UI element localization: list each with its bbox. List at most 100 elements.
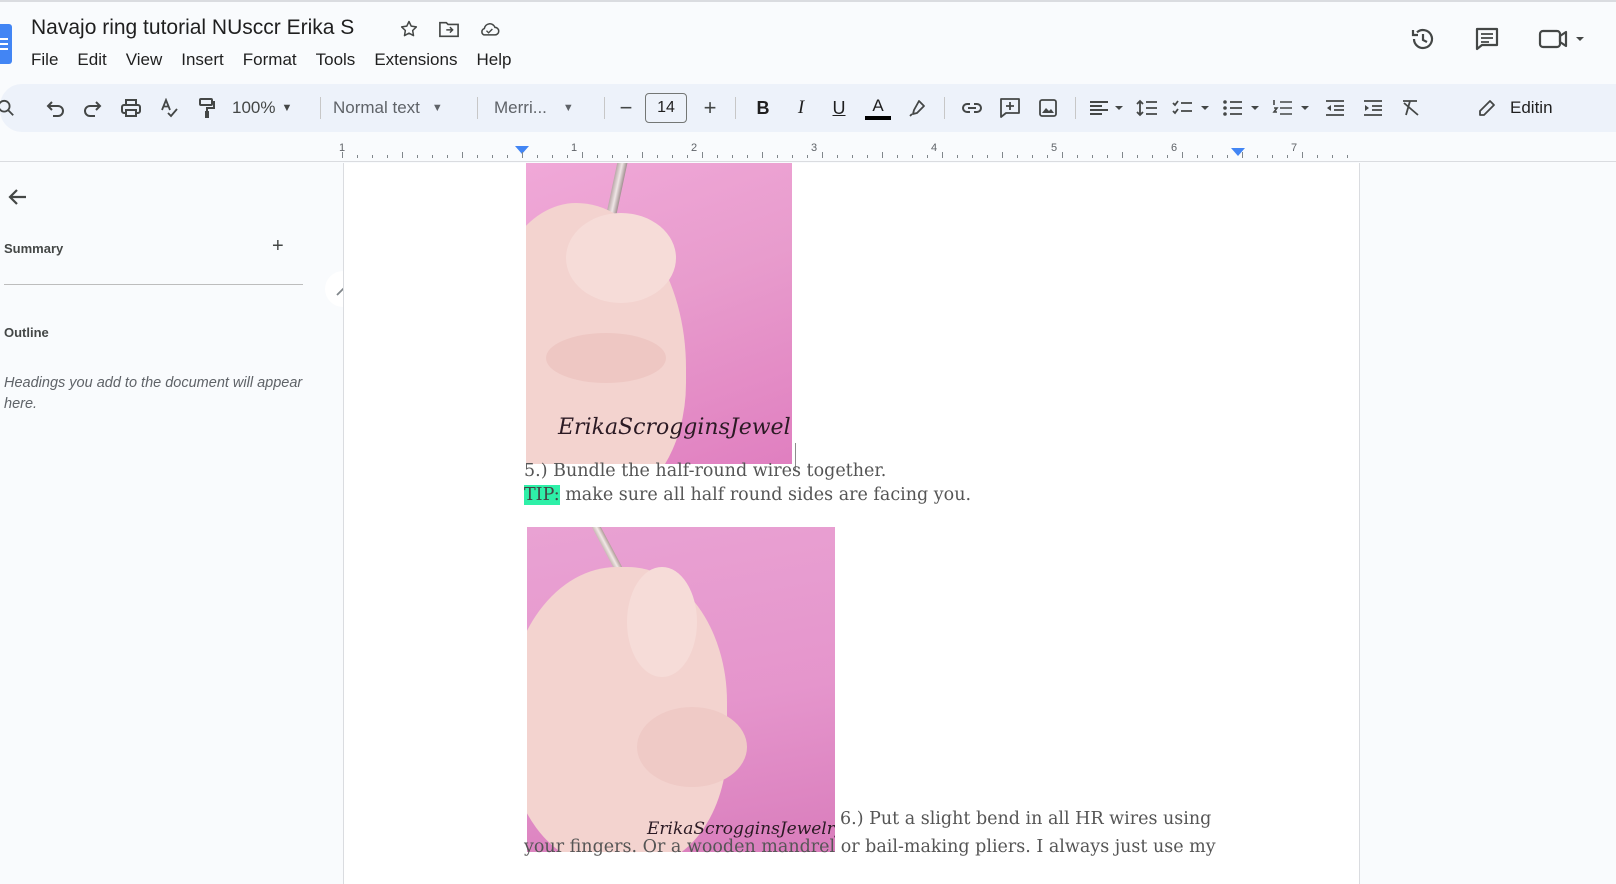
ruler-tick <box>702 152 703 158</box>
menu-extensions[interactable]: Extensions <box>374 50 457 70</box>
docs-logo-icon[interactable] <box>0 24 12 64</box>
step-6-text-line-1[interactable]: 6.) Put a slight bend in all HR wires us… <box>840 809 1211 829</box>
horizontal-ruler[interactable]: 11234567 <box>0 134 1616 162</box>
increase-indent-icon[interactable] <box>1354 92 1392 124</box>
highlight-color-icon[interactable] <box>898 92 936 124</box>
step-6-text-line-2[interactable]: your fingers. Or a wooden mandrel or bai… <box>524 837 1216 857</box>
print-icon[interactable] <box>112 92 150 124</box>
ruler-tick <box>942 152 943 158</box>
paragraph-style-select[interactable]: Normal text ▼ <box>333 92 469 124</box>
thumb-shape <box>637 707 747 787</box>
photo-watermark: ErikaScrogginsJewelry <box>647 819 835 839</box>
photo-watermark: ErikaScrogginsJewelry <box>558 415 792 440</box>
ruler-tick <box>537 155 538 158</box>
move-to-folder-icon[interactable] <box>438 18 460 40</box>
menu-tools[interactable]: Tools <box>316 50 356 70</box>
step-5-text[interactable]: 5.) Bundle the half-round wires together… <box>524 461 886 481</box>
add-summary-button[interactable]: + <box>272 235 284 258</box>
ruler-tick <box>597 155 598 158</box>
ruler-tick <box>1002 152 1003 158</box>
ruler-tick <box>927 155 928 158</box>
tutorial-photo-2[interactable]: ErikaScrogginsJewelry <box>527 527 835 852</box>
ruler-number: 1 <box>570 142 578 154</box>
ruler-number: 3 <box>810 142 818 154</box>
ruler-tick <box>777 155 778 158</box>
undo-icon[interactable] <box>36 92 74 124</box>
header-right-actions <box>1408 24 1588 54</box>
underline-button[interactable]: U <box>820 92 858 124</box>
ruler-tick <box>912 155 913 158</box>
zoom-select[interactable]: 100% ▼ <box>232 92 312 124</box>
tutorial-photo-1[interactable]: ErikaScrogginsJewelry <box>526 163 792 464</box>
align-left-icon[interactable] <box>1084 92 1128 124</box>
editing-mode-button[interactable]: Editin <box>1478 92 1568 124</box>
toolbar-divider <box>477 97 478 119</box>
ruler-tick <box>447 155 448 158</box>
summary-heading: Summary <box>4 241 64 256</box>
text-color-button[interactable]: A <box>858 92 898 124</box>
finger-shape <box>546 333 666 383</box>
ruler-tick <box>1212 155 1213 158</box>
decrease-font-size-button[interactable]: − <box>613 92 639 124</box>
star-icon[interactable] <box>398 18 420 40</box>
paint-format-icon[interactable] <box>188 92 226 124</box>
document-outline-panel: Summary + Outline Headings you add to th… <box>0 163 320 884</box>
numbered-list-icon[interactable] <box>1266 92 1316 124</box>
tip-text: make sure all half round sides are facin… <box>559 485 972 505</box>
font-size-input[interactable]: 14 <box>645 93 687 123</box>
redo-icon[interactable] <box>74 92 112 124</box>
version-history-icon[interactable] <box>1408 24 1438 54</box>
title-bar: Navajo ring tutorial NUsccr Erika S File… <box>0 0 1616 84</box>
ruler-tick <box>957 155 958 158</box>
menu-edit[interactable]: Edit <box>77 50 106 70</box>
bulleted-list-icon[interactable] <box>1216 92 1266 124</box>
ruler-tick <box>387 155 388 158</box>
ruler-tick <box>1347 155 1348 158</box>
line-spacing-icon[interactable] <box>1128 92 1166 124</box>
document-page[interactable]: ErikaScrogginsJewelry 5.) Bundle the hal… <box>343 163 1360 884</box>
add-comment-icon[interactable] <box>991 92 1029 124</box>
outline-empty-hint: Headings you add to the document will ap… <box>4 375 303 412</box>
decrease-indent-icon[interactable] <box>1316 92 1354 124</box>
checklist-icon[interactable] <box>1166 92 1216 124</box>
tip-paragraph[interactable]: TIP: make sure all half round sides are … <box>524 485 971 505</box>
ruler-tick <box>1272 155 1273 158</box>
ruler-tick <box>402 152 403 158</box>
increase-font-size-button[interactable]: + <box>693 92 727 124</box>
ruler-tick <box>477 155 478 158</box>
paragraph-style-value: Normal text <box>333 98 420 117</box>
menu-insert[interactable]: Insert <box>181 50 224 70</box>
italic-button[interactable]: I <box>782 92 820 124</box>
ruler-tick <box>1242 152 1243 158</box>
ruler-tick <box>717 155 718 158</box>
ruler-tick <box>747 155 748 158</box>
meet-camera-icon[interactable] <box>1536 24 1588 54</box>
ruler-tick <box>357 155 358 158</box>
menu-help[interactable]: Help <box>476 50 511 70</box>
zoom-value: 100% <box>232 98 276 117</box>
comments-icon[interactable] <box>1472 24 1502 54</box>
ruler-tick <box>762 152 763 158</box>
ruler-tick <box>837 155 838 158</box>
ruler-tick <box>627 155 628 158</box>
cloud-saved-icon[interactable] <box>478 18 500 40</box>
menu-view[interactable]: View <box>126 50 163 70</box>
ruler-tick <box>1032 155 1033 158</box>
insert-link-icon[interactable] <box>953 92 991 124</box>
spellcheck-icon[interactable] <box>150 92 188 124</box>
menu-file[interactable]: File <box>31 50 58 70</box>
font-family-select[interactable]: Merri... ▼ <box>494 92 596 124</box>
finger-shape <box>627 567 697 677</box>
search-menus-icon[interactable] <box>0 92 16 124</box>
ruler-tick <box>372 155 373 158</box>
menu-format[interactable]: Format <box>243 50 297 70</box>
bold-button[interactable]: B <box>744 92 782 124</box>
summary-divider <box>4 284 303 285</box>
ruler-tick <box>462 152 463 158</box>
document-title[interactable]: Navajo ring tutorial NUsccr Erika S <box>31 16 354 40</box>
back-arrow-icon[interactable] <box>6 185 32 211</box>
insert-image-icon[interactable] <box>1029 92 1067 124</box>
toolbar-divider <box>604 97 605 119</box>
ruler-tick <box>1062 152 1063 158</box>
clear-formatting-icon[interactable] <box>1392 92 1430 124</box>
